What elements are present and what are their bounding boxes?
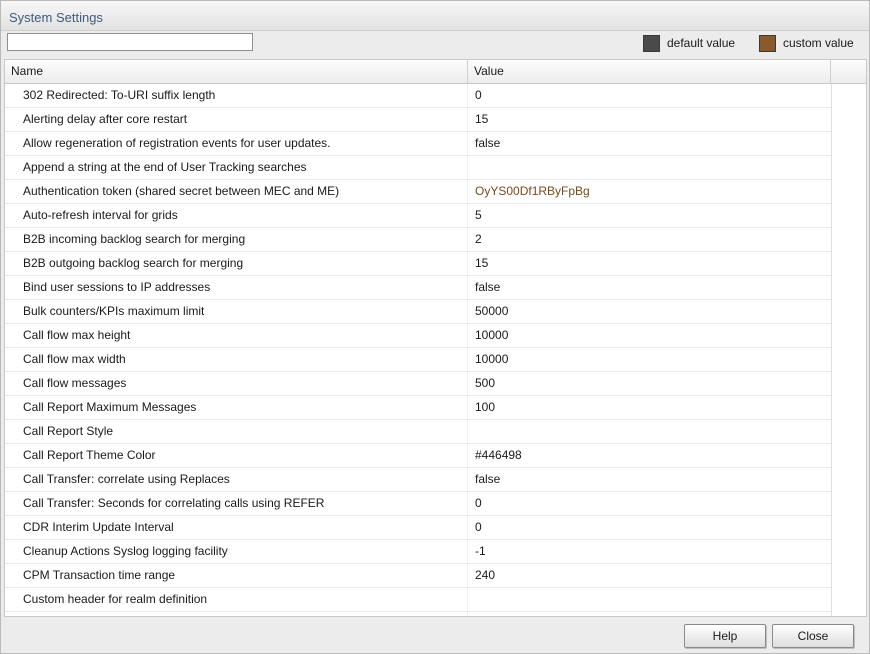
setting-name: Authentication token (shared secret betw…	[23, 184, 340, 198]
table-row[interactable]: 302 Redirected: To-URI suffix length 0	[5, 84, 831, 108]
table-row[interactable]: Bulk counters/KPIs maximum limit 50000	[5, 300, 831, 324]
table-row[interactable]: Cleanup Actions Syslog logging facility -…	[5, 540, 831, 564]
system-settings-dialog: System Settings default value custom val…	[0, 0, 870, 654]
table-row[interactable]: Call flow max height 10000	[5, 324, 831, 348]
setting-name: Call Report Theme Color	[23, 448, 156, 462]
default-value-swatch	[643, 35, 660, 52]
table-row[interactable]: Custom header for realm definition	[5, 588, 831, 612]
table-row[interactable]: Days until inactive account expires 90	[5, 612, 831, 616]
setting-value[interactable]: 100	[475, 396, 495, 419]
custom-value-label: custom value	[783, 36, 854, 50]
grid-right-gutter	[831, 84, 866, 616]
setting-value[interactable]: 10000	[475, 348, 508, 371]
help-button[interactable]: Help	[684, 624, 766, 648]
setting-value[interactable]: 50000	[475, 300, 508, 323]
table-row[interactable]: B2B incoming backlog search for merging 2	[5, 228, 831, 252]
settings-grid: Name Value 302 Redirected: To-URI suffix…	[4, 59, 867, 617]
setting-name: 302 Redirected: To-URI suffix length	[23, 88, 216, 102]
setting-value[interactable]: 10000	[475, 324, 508, 347]
setting-value[interactable]: 500	[475, 372, 495, 395]
setting-name: Call flow messages	[23, 376, 127, 390]
setting-value[interactable]: 2	[475, 228, 482, 251]
column-header-spacer	[831, 60, 866, 83]
grid-header: Name Value	[5, 60, 866, 84]
toolbar: default value custom value	[1, 31, 869, 59]
setting-name: B2B outgoing backlog search for merging	[23, 256, 244, 270]
setting-value[interactable]: 15	[475, 108, 488, 131]
table-row[interactable]: Call Report Theme Color #446498	[5, 444, 831, 468]
setting-value[interactable]: OyYS00Df1RByFpBg	[475, 180, 590, 203]
title-bar: System Settings	[1, 1, 869, 31]
setting-name: Custom header for realm definition	[23, 592, 208, 606]
setting-value[interactable]: 0	[475, 492, 482, 515]
setting-name: Bulk counters/KPIs maximum limit	[23, 304, 205, 318]
table-row[interactable]: Append a string at the end of User Track…	[5, 156, 831, 180]
setting-value[interactable]: -1	[475, 540, 486, 563]
table-row[interactable]: Call flow max width 10000	[5, 348, 831, 372]
column-header-value[interactable]: Value	[468, 60, 831, 83]
table-row[interactable]: Bind user sessions to IP addresses false	[5, 276, 831, 300]
setting-name: Alerting delay after core restart	[23, 112, 188, 126]
setting-name: Allow regeneration of registration event…	[23, 136, 331, 150]
setting-value[interactable]: false	[475, 276, 500, 299]
column-header-name[interactable]: Name	[5, 60, 468, 83]
setting-name: Auto-refresh interval for grids	[23, 208, 178, 222]
setting-value[interactable]: 5	[475, 204, 482, 227]
setting-name: CDR Interim Update Interval	[23, 520, 174, 534]
table-row[interactable]: Call Transfer: Seconds for correlating c…	[5, 492, 831, 516]
setting-name: B2B incoming backlog search for merging	[23, 232, 246, 246]
dialog-title: System Settings	[9, 10, 103, 25]
table-row[interactable]: Auto-refresh interval for grids 5	[5, 204, 831, 228]
custom-value-swatch	[759, 35, 776, 52]
table-row[interactable]: Authentication token (shared secret betw…	[5, 180, 831, 204]
table-row[interactable]: B2B outgoing backlog search for merging 1…	[5, 252, 831, 276]
table-row[interactable]: Call Transfer: correlate using Replaces f…	[5, 468, 831, 492]
table-row[interactable]: Call Report Style	[5, 420, 831, 444]
setting-value[interactable]: 15	[475, 252, 488, 275]
setting-name: Call flow max height	[23, 328, 131, 342]
setting-value[interactable]: false	[475, 468, 500, 491]
setting-name: Call Transfer: Seconds for correlating c…	[23, 496, 325, 510]
close-button[interactable]: Close	[772, 624, 854, 648]
table-row[interactable]: Alerting delay after core restart 15	[5, 108, 831, 132]
setting-value[interactable]: 0	[475, 84, 482, 107]
setting-name: Call Report Maximum Messages	[23, 400, 197, 414]
setting-name: Call Transfer: correlate using Replaces	[23, 472, 230, 486]
setting-value[interactable]: 240	[475, 564, 495, 587]
setting-value[interactable]: #446498	[475, 444, 522, 467]
table-row[interactable]: Call Report Maximum Messages 100	[5, 396, 831, 420]
setting-name: Days until inactive account expires	[23, 612, 207, 616]
table-row[interactable]: CPM Transaction time range 240	[5, 564, 831, 588]
grid-rows: 302 Redirected: To-URI suffix length 0 Ale…	[5, 84, 831, 616]
filter-input[interactable]	[7, 33, 253, 51]
setting-name: CPM Transaction time range	[23, 568, 176, 582]
setting-value[interactable]: 90	[475, 612, 488, 616]
setting-name: Append a string at the end of User Track…	[23, 160, 307, 174]
setting-name: Cleanup Actions Syslog logging facility	[23, 544, 228, 558]
default-value-label: default value	[667, 36, 736, 50]
setting-name: Call Report Style	[23, 424, 114, 438]
setting-name: Call flow max width	[23, 352, 126, 366]
setting-value[interactable]: 0	[475, 516, 482, 539]
setting-name: Bind user sessions to IP addresses	[23, 280, 211, 294]
table-row[interactable]: Call flow messages 500	[5, 372, 831, 396]
table-row[interactable]: CDR Interim Update Interval 0	[5, 516, 831, 540]
table-row[interactable]: Allow regeneration of registration event…	[5, 132, 831, 156]
setting-value[interactable]: false	[475, 132, 500, 155]
